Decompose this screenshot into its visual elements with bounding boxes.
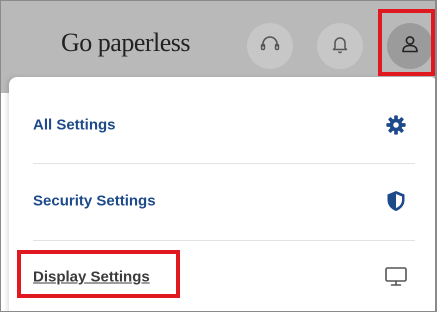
menu-item-label: All Settings <box>33 116 116 134</box>
menu-item-security-settings[interactable]: Security Settings <box>9 165 435 237</box>
user-icon <box>398 32 422 61</box>
menu-item-label: Security Settings <box>33 192 156 210</box>
notifications-button[interactable] <box>317 23 363 69</box>
bell-icon <box>328 32 352 61</box>
brand-title: Go paperless <box>61 28 191 57</box>
gear-icon <box>383 112 409 138</box>
app-frame: Go paperless All Settings Security Setti… <box>0 0 437 312</box>
menu-divider <box>33 163 415 164</box>
support-button[interactable] <box>247 23 293 69</box>
shield-icon <box>383 188 409 214</box>
headset-icon <box>258 32 282 61</box>
settings-dropdown-menu: All Settings Security Settings Display S… <box>9 77 435 311</box>
profile-button[interactable] <box>387 23 433 69</box>
menu-item-label: Display Settings <box>33 268 150 286</box>
menu-item-all-settings[interactable]: All Settings <box>9 89 435 161</box>
menu-item-display-settings[interactable]: Display Settings <box>9 241 435 311</box>
monitor-icon <box>383 264 409 290</box>
